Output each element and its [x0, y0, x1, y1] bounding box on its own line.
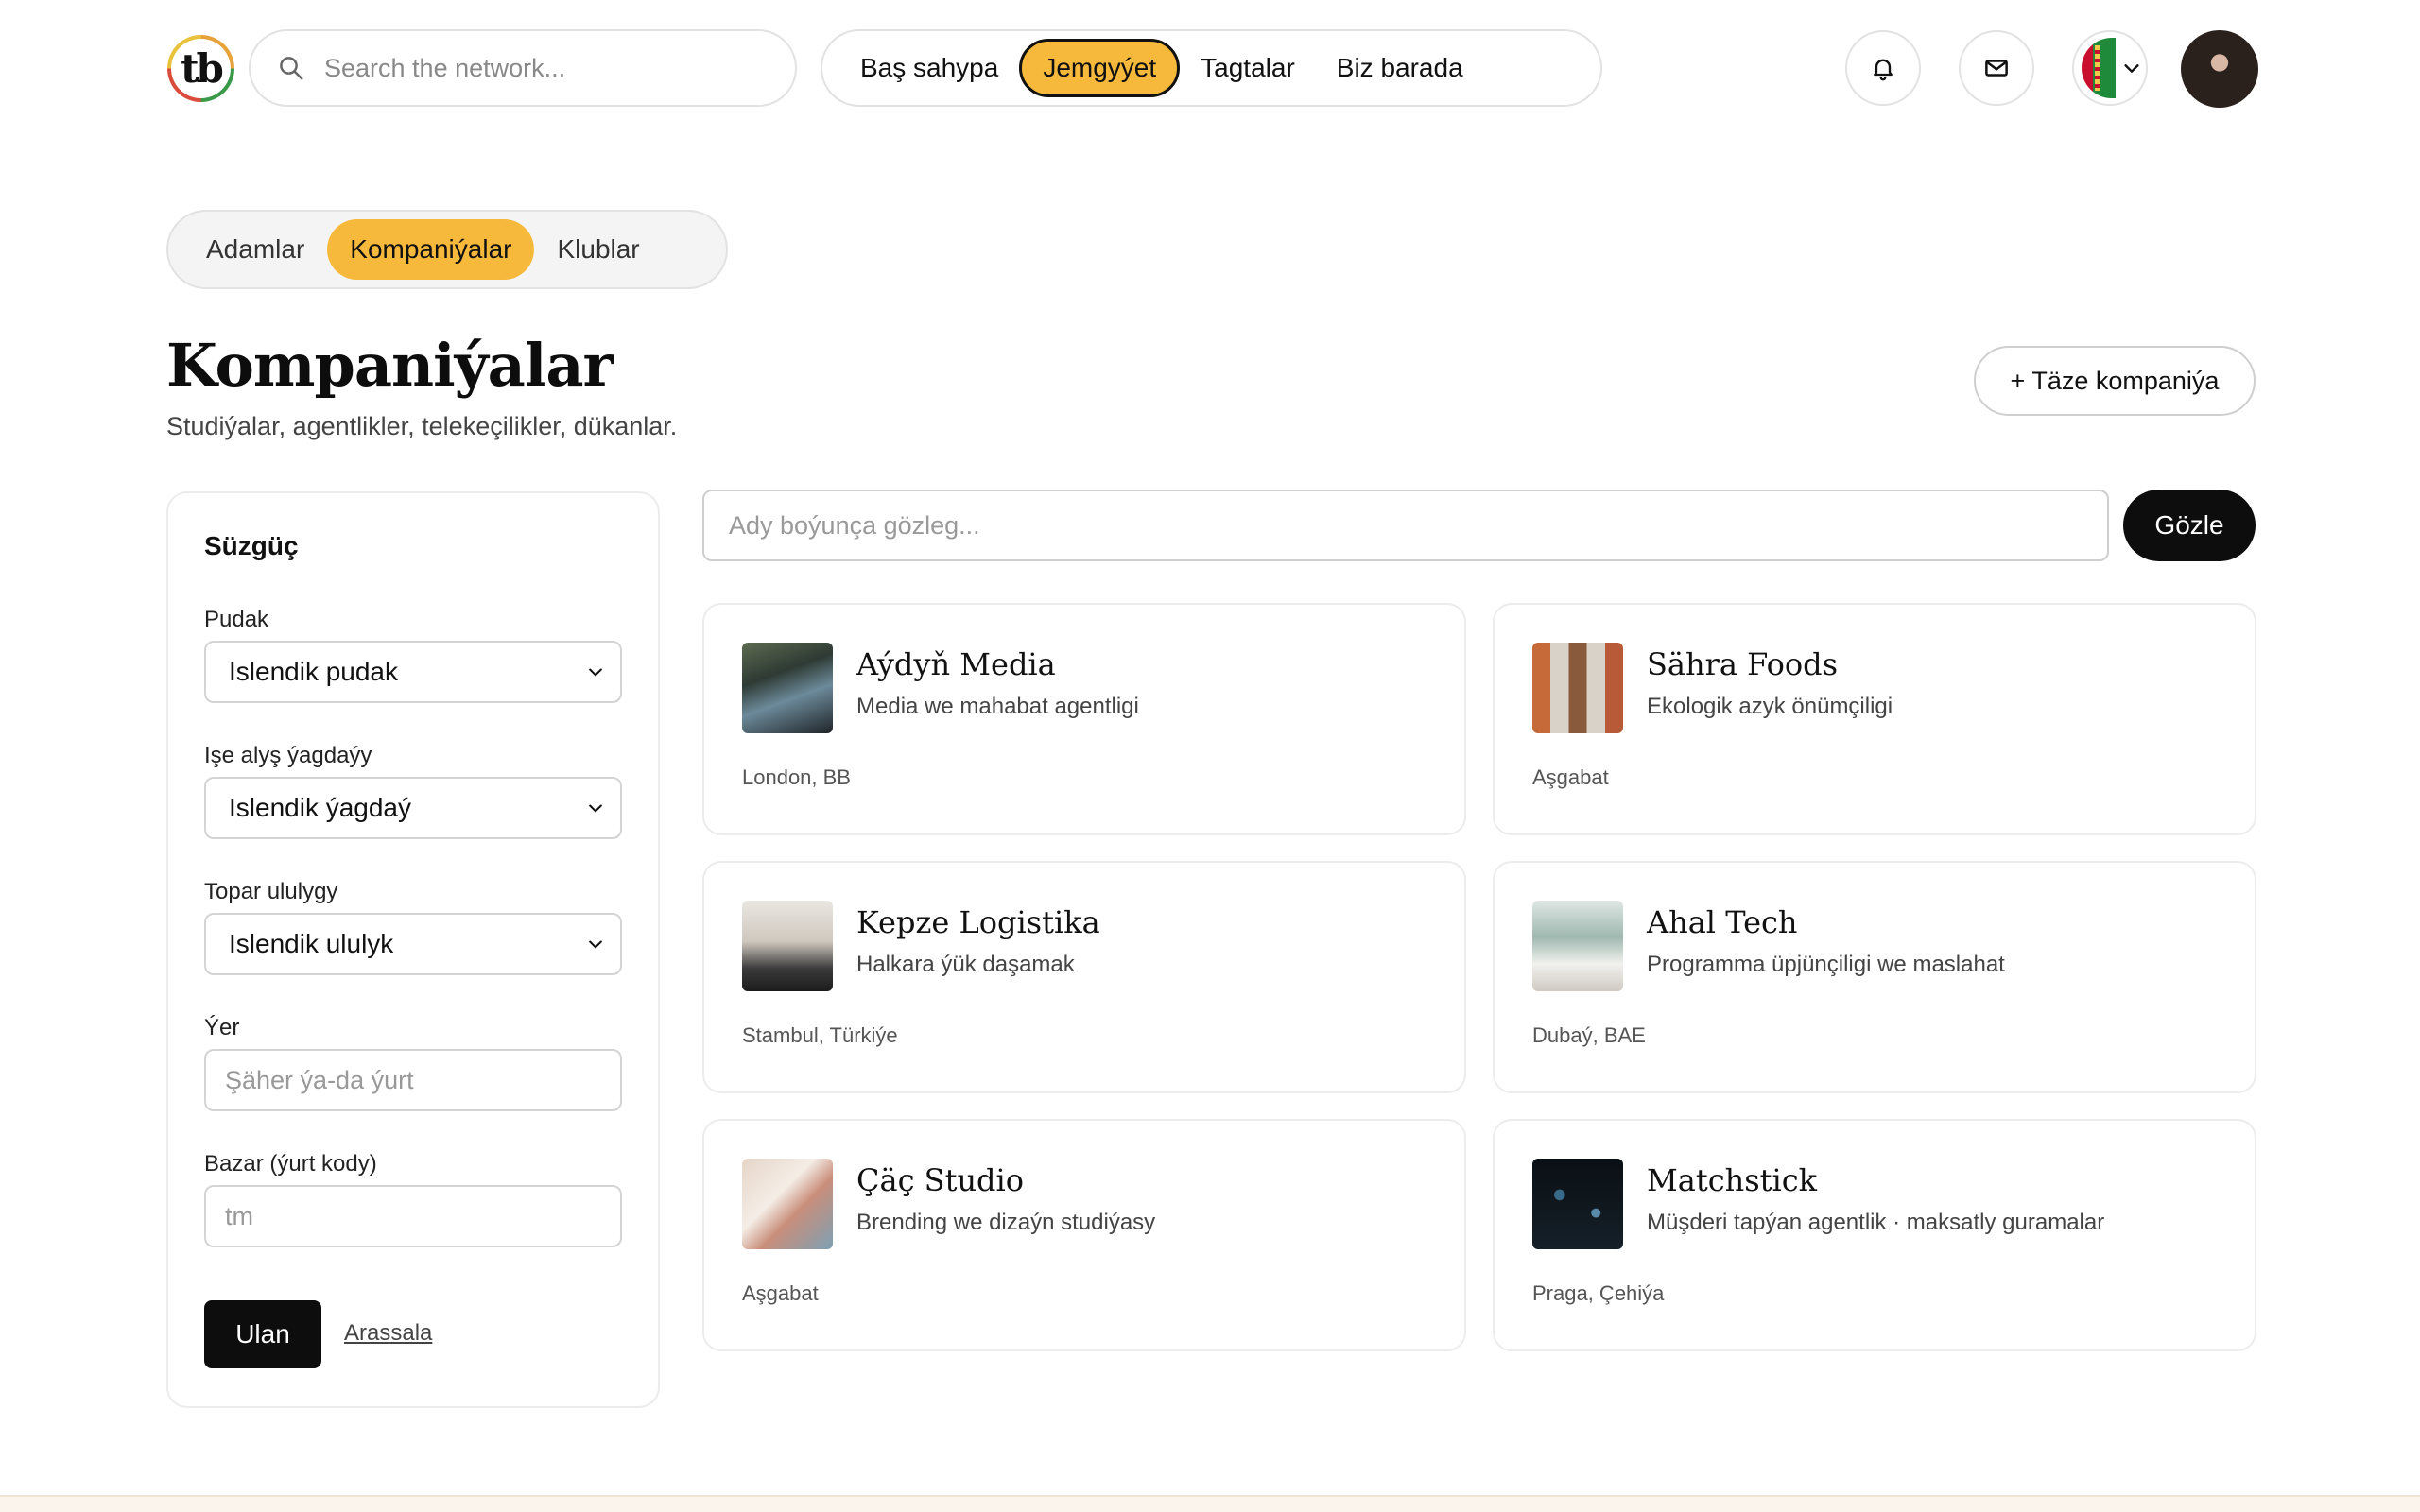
team-size-select-value: Islendik ululyk [229, 929, 394, 958]
company-thumbnail [1532, 1159, 1623, 1249]
company-card[interactable]: Sähra Foods Ekologik azyk önümçiligi Aşg… [1493, 603, 2256, 835]
company-thumbnail [1532, 643, 1623, 733]
footer-edge [0, 1495, 2420, 1512]
company-name: Kepze Logistika [856, 904, 1100, 940]
nav-home[interactable]: Baş sahypa [839, 39, 1019, 97]
industry-label: Pudak [204, 607, 269, 632]
page-title: Kompaniýalar [166, 331, 614, 400]
company-location: Praga, Çehiýa [1532, 1281, 1665, 1305]
market-input[interactable] [223, 1200, 605, 1232]
team-size-label: Topar ululygy [204, 879, 338, 904]
company-description: Media we mahabat agentligi [856, 694, 1139, 719]
search-button[interactable]: Gözle [2123, 490, 2256, 561]
company-card[interactable]: Aýdyň Media Media we mahabat agentligi L… [702, 603, 1466, 835]
chevron-down-icon [589, 668, 602, 677]
directory-tabs: Adamlar Kompaniýalar Klublar [166, 210, 728, 289]
filter-title: Süzgüç [204, 531, 299, 560]
team-size-select[interactable]: Islendik ululyk [204, 913, 622, 975]
bell-icon [1874, 59, 1893, 81]
hiring-status-label: Işe alyş ýagdaýy [204, 743, 372, 768]
company-name: Aýdyň Media [856, 646, 1056, 682]
company-thumbnail [742, 901, 833, 991]
company-description: Halkara ýük daşamak [856, 952, 1075, 977]
industry-select[interactable]: Islendik pudak [204, 641, 622, 703]
market-field[interactable] [204, 1185, 622, 1247]
main-nav: Baş sahypa Jemgyýet Tagtalar Biz barada [821, 29, 1602, 107]
company-location: Aşgabat [1532, 765, 1609, 789]
company-description: Programma üpjünçiligi we maslahat [1647, 952, 2005, 977]
turkmenistan-flag-icon [2082, 38, 2116, 98]
company-card[interactable]: Çäç Studio Brending we dizaýn studiýasy … [702, 1119, 1466, 1351]
reset-filter-link[interactable]: Arassala [344, 1320, 432, 1347]
notifications-button[interactable] [1845, 30, 1921, 106]
hiring-status-select[interactable]: Islendik ýagdaý [204, 777, 622, 839]
search-icon [280, 57, 303, 80]
tab-clubs[interactable]: Klublar [534, 219, 662, 280]
company-location: Dubaý, BAE [1532, 1023, 1646, 1047]
nav-about[interactable]: Biz barada [1316, 39, 1484, 97]
industry-select-value: Islendik pudak [229, 657, 399, 686]
company-name: Matchstick [1647, 1162, 1818, 1198]
logo-text: tb [171, 39, 231, 98]
company-name: Çäç Studio [856, 1162, 1025, 1198]
nav-community[interactable]: Jemgyýet [1019, 39, 1181, 97]
market-label: Bazar (ýurt kody) [204, 1151, 377, 1177]
company-description: Ekologik azyk önümçiligi [1647, 694, 1893, 719]
company-card[interactable]: Ahal Tech Programma üpjünçiligi we masla… [1493, 861, 2256, 1093]
apply-filter-button[interactable]: Ulan [204, 1300, 321, 1368]
user-avatar[interactable] [2181, 30, 2258, 108]
nav-boards[interactable]: Tagtalar [1180, 39, 1316, 97]
company-thumbnail [742, 1159, 833, 1249]
company-location: London, BB [742, 765, 851, 789]
messages-button[interactable] [1959, 30, 2034, 106]
network-search-input[interactable] [322, 52, 761, 84]
chevron-down-icon [2124, 64, 2139, 73]
company-card[interactable]: Matchstick Müşderi tapýan agentlik · mak… [1493, 1119, 2256, 1351]
chevron-down-icon [589, 940, 602, 949]
company-thumbnail [742, 643, 833, 733]
location-label: Ýer [204, 1015, 240, 1040]
page-subtitle: Studiýalar, agentlikler, telekeçilikler,… [166, 412, 678, 440]
company-search-field[interactable] [702, 490, 2109, 561]
location-field[interactable] [204, 1049, 622, 1111]
network-search[interactable] [249, 29, 797, 107]
chevron-down-icon [589, 804, 602, 813]
company-description: Brending we dizaýn studiýasy [856, 1210, 1156, 1235]
company-search-input[interactable] [727, 509, 2073, 541]
company-thumbnail [1532, 901, 1623, 991]
hiring-status-select-value: Islendik ýagdaý [229, 793, 412, 822]
company-card[interactable]: Kepze Logistika Halkara ýük daşamak Stam… [702, 861, 1466, 1093]
mail-icon [1985, 60, 2008, 77]
site-logo[interactable]: tb [167, 35, 234, 102]
company-name: Ahal Tech [1647, 904, 1798, 940]
company-description: Müşderi tapýan agentlik · maksatly guram… [1647, 1210, 2105, 1235]
company-name: Sähra Foods [1647, 646, 1839, 682]
new-company-button[interactable]: + Täze kompaniýa [1974, 346, 2256, 416]
tab-companies[interactable]: Kompaniýalar [327, 219, 535, 280]
language-selector[interactable] [2072, 30, 2148, 106]
tab-people[interactable]: Adamlar [183, 219, 327, 280]
company-location: Aşgabat [742, 1281, 819, 1305]
location-input[interactable] [223, 1064, 605, 1096]
company-location: Stambul, Türkiýe [742, 1023, 898, 1047]
